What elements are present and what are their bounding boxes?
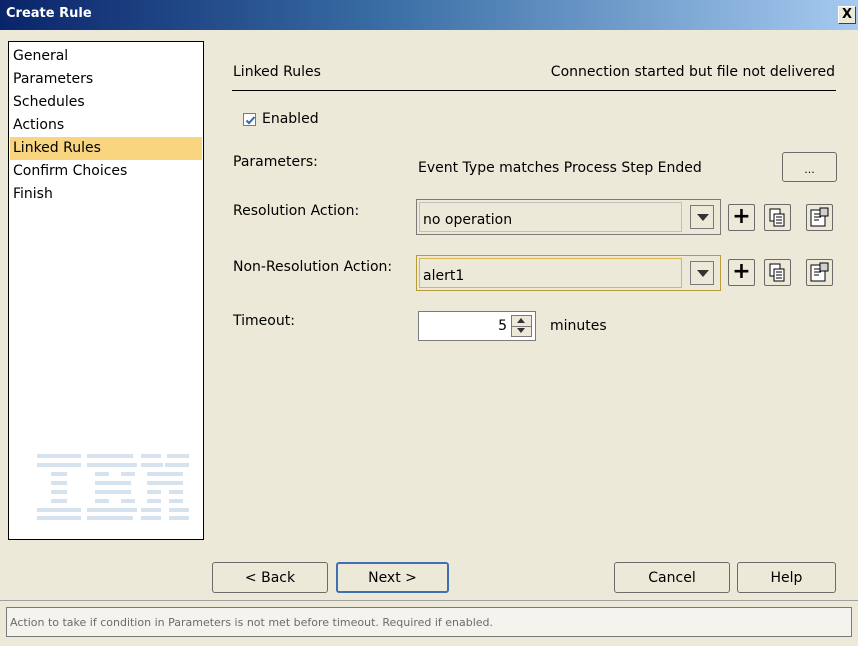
add-resolution-action-button[interactable]: + (728, 204, 755, 231)
wizard-steps-panel: General Parameters Schedules Actions Lin… (8, 41, 204, 540)
non-resolution-action-properties-button[interactable] (806, 259, 833, 286)
close-button[interactable]: X (838, 6, 856, 24)
add-non-resolution-action-button[interactable]: + (728, 259, 755, 286)
non-resolution-action-value: alert1 (423, 268, 465, 284)
bottom-divider (0, 600, 858, 601)
back-button[interactable]: < Back (212, 562, 328, 593)
help-button[interactable]: Help (737, 562, 836, 593)
checkmark-icon (245, 116, 256, 125)
nav-item-confirm-choices[interactable]: Confirm Choices (10, 160, 202, 183)
section-status: Connection started but file not delivere… (550, 64, 835, 80)
nav-item-general[interactable]: General (10, 45, 202, 68)
header-divider (232, 90, 836, 91)
timeout-value: 5 (498, 318, 507, 334)
title-bar[interactable]: Create Rule X (0, 0, 858, 30)
next-button[interactable]: Next > (336, 562, 449, 593)
status-text: Action to take if condition in Parameter… (10, 616, 494, 629)
plus-icon: + (732, 259, 751, 284)
timeout-unit: minutes (550, 318, 607, 334)
copy-resolution-action-button[interactable] (764, 204, 791, 231)
window-title: Create Rule (6, 6, 92, 21)
create-rule-dialog: Create Rule X General Parameters Schedul… (0, 0, 858, 646)
resolution-action-select[interactable]: no operation (416, 199, 721, 235)
non-resolution-action-select[interactable]: alert1 (416, 255, 721, 291)
properties-icon (810, 207, 829, 227)
non-resolution-action-label: Non-Resolution Action: (233, 259, 393, 275)
nav-item-actions[interactable]: Actions (10, 114, 202, 137)
chevron-down-icon[interactable] (690, 205, 714, 229)
copy-non-resolution-action-button[interactable] (764, 259, 791, 286)
spinner-arrows (511, 315, 532, 337)
ibm-logo (37, 454, 189, 520)
properties-icon (810, 262, 829, 282)
timeout-spinner[interactable]: 5 (418, 311, 536, 341)
parameters-value: Event Type matches Process Step Ended (418, 160, 702, 176)
nav-item-finish[interactable]: Finish (10, 183, 202, 206)
section-title: Linked Rules (233, 64, 321, 80)
enabled-label: Enabled (262, 111, 319, 127)
parameters-label: Parameters: (233, 154, 318, 170)
resolution-action-field: no operation (419, 202, 682, 232)
resolution-action-label: Resolution Action: (233, 203, 360, 219)
copy-icon (769, 208, 785, 227)
chevron-down-icon[interactable] (690, 261, 714, 285)
non-resolution-action-field: alert1 (419, 258, 682, 288)
edit-parameters-button[interactable]: ... (782, 152, 837, 182)
resolution-action-value: no operation (423, 212, 513, 228)
nav-item-parameters[interactable]: Parameters (10, 68, 202, 91)
spinner-down-icon[interactable] (512, 326, 531, 336)
cancel-button[interactable]: Cancel (614, 562, 730, 593)
copy-icon (769, 263, 785, 282)
enabled-checkbox[interactable] (243, 113, 256, 126)
resolution-action-properties-button[interactable] (806, 204, 833, 231)
timeout-label: Timeout: (233, 313, 295, 329)
plus-icon: + (732, 204, 751, 229)
nav-item-schedules[interactable]: Schedules (10, 91, 202, 114)
nav-item-linked-rules[interactable]: Linked Rules (10, 137, 202, 160)
status-bar: Action to take if condition in Parameter… (6, 607, 852, 637)
